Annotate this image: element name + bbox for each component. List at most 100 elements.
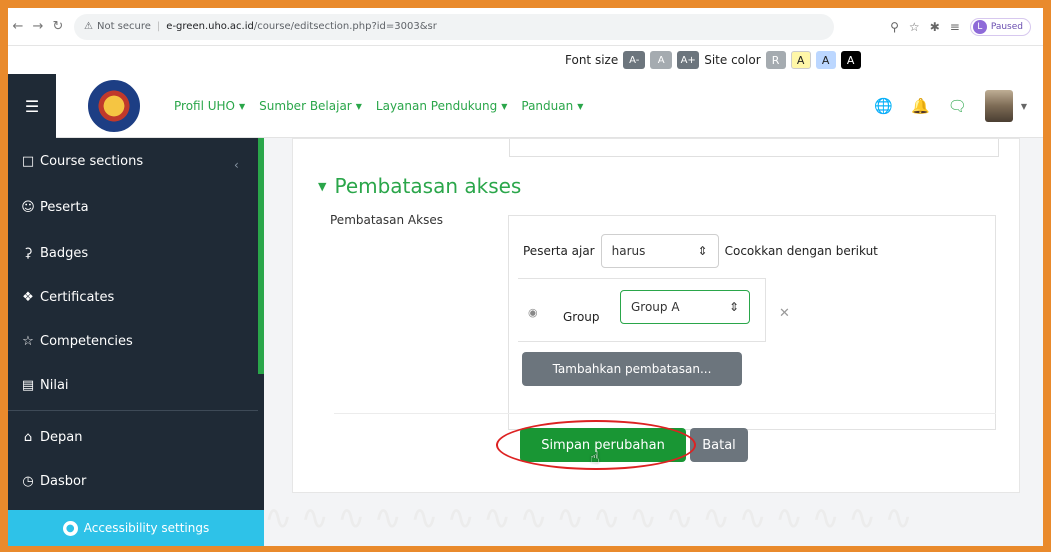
select-arrows-icon: ⇕ bbox=[728, 300, 739, 314]
collapse-chevron-icon[interactable]: ‹ bbox=[234, 158, 239, 172]
section-heading[interactable]: ▼ Pembatasan akses bbox=[318, 174, 521, 198]
badge-icon: ⚳ bbox=[23, 246, 33, 261]
caret-down-icon: ▼ bbox=[577, 101, 584, 111]
sidebar-item-label: Peserta bbox=[40, 200, 89, 215]
match-text: Cocokkan dengan berikut bbox=[724, 244, 878, 258]
arrow-left-icon[interactable]: ← bbox=[8, 19, 28, 34]
profile-avatar: L bbox=[972, 19, 987, 34]
color-yellow-button[interactable]: A bbox=[790, 51, 811, 69]
browser-actions: ⚲ ☆ ✱ ≡ L Paused bbox=[890, 17, 1043, 36]
home-icon: ⌂ bbox=[23, 430, 33, 445]
sidebar-item-nilai[interactable]: ▤ Nilai bbox=[20, 378, 69, 393]
menu-label: Layanan Pendukung bbox=[375, 99, 498, 113]
color-blue-button[interactable]: A bbox=[815, 51, 836, 69]
screen-frame: ← → ↻ ⚠ Not secure | e-green.uho.ac.id /… bbox=[8, 8, 1043, 546]
cancel-button[interactable]: Batal bbox=[690, 428, 748, 462]
warning-icon: ⚠ bbox=[84, 21, 93, 32]
form-separator bbox=[334, 413, 996, 414]
sidebar-item-label: Nilai bbox=[40, 378, 69, 393]
sidebar-item-competencies[interactable]: ☆ Competencies bbox=[20, 334, 133, 349]
collapse-caret-icon: ▼ bbox=[318, 179, 327, 193]
caret-down-icon: ▼ bbox=[501, 101, 508, 111]
sidebar-item-label: Course sections bbox=[40, 154, 144, 169]
font-reset-button[interactable]: A bbox=[650, 51, 673, 69]
address-bar[interactable]: ⚠ Not secure | e-green.uho.ac.id /course… bbox=[74, 13, 834, 40]
sidebar-item-label: Dasbor bbox=[40, 474, 87, 489]
add-restriction-button[interactable]: Tambahkan pembatasan... bbox=[522, 352, 742, 386]
sidebar-item-label: Depan bbox=[40, 430, 83, 445]
group-label: Group bbox=[563, 310, 600, 324]
user-actions: 🌐 🔔 🗨 ▼ bbox=[874, 74, 1027, 138]
course-sidebar: ‹ □ Course sections ☺ Peserta ⚳ Badges ❖ Cer… bbox=[8, 138, 264, 546]
accessibility-settings-label: Accessibility settings bbox=[83, 521, 210, 535]
university-logo[interactable] bbox=[88, 80, 140, 132]
remove-condition-icon[interactable]: ✕ bbox=[779, 306, 790, 321]
url-path: /course/editsection.php?id=3003&sr bbox=[253, 21, 437, 32]
eye-icon[interactable]: ◉ bbox=[528, 306, 538, 319]
menu-profil-uho[interactable]: Profil UHO ▼ bbox=[174, 99, 245, 113]
security-label: Not secure bbox=[96, 21, 151, 32]
group-select-value: Group A bbox=[631, 300, 680, 314]
previous-textarea[interactable] bbox=[509, 139, 999, 157]
profile-status-label: Paused bbox=[990, 21, 1023, 32]
caret-down-icon[interactable]: ▼ bbox=[1021, 102, 1027, 111]
color-black-button[interactable]: A bbox=[840, 51, 861, 69]
extensions-icon[interactable]: ✱ bbox=[930, 20, 940, 34]
main-navbar: ☰ Profil UHO ▼ Sumber Belajar ▼ Layanan Pe… bbox=[8, 74, 1043, 138]
bookmark-star-icon[interactable]: ☆ bbox=[909, 20, 920, 34]
hand-cursor-icon: ☝ bbox=[590, 448, 600, 467]
sidebar-item-course-sections[interactable]: □ Course sections bbox=[20, 154, 143, 169]
notification-bell-icon[interactable]: 🔔 bbox=[911, 97, 930, 115]
font-size-label: Font size bbox=[565, 53, 619, 67]
menu-layanan-pendukung[interactable]: Layanan Pendukung ▼ bbox=[376, 99, 507, 113]
grades-icon: ▤ bbox=[21, 378, 35, 393]
font-increase-button[interactable]: A+ bbox=[677, 51, 700, 69]
hamburger-menu-icon[interactable]: ☰ bbox=[8, 74, 56, 138]
background-pattern: ∿∿∿∿∿∿∿∿∿∿∿∿∿∿∿∿∿∿ bbox=[264, 498, 921, 538]
language-globe-icon[interactable]: 🌐 bbox=[874, 97, 893, 115]
sidebar-item-label: Badges bbox=[40, 246, 89, 261]
user-avatar[interactable] bbox=[984, 90, 1013, 122]
sidebar-item-label: Certificates bbox=[40, 290, 115, 305]
menu-panduan[interactable]: Panduan ▼ bbox=[521, 99, 583, 113]
url-separator: | bbox=[156, 21, 161, 32]
menu-sumber-belajar[interactable]: Sumber Belajar ▼ bbox=[259, 99, 362, 113]
dashboard-icon: ◷ bbox=[22, 474, 34, 489]
folder-icon: □ bbox=[21, 154, 35, 169]
sidebar-divider bbox=[8, 410, 258, 411]
font-decrease-button[interactable]: A- bbox=[623, 51, 646, 69]
peserta-label: Peserta ajar bbox=[523, 244, 595, 258]
sidebar-item-peserta[interactable]: ☺ Peserta bbox=[20, 200, 89, 215]
certificate-icon: ❖ bbox=[22, 290, 34, 305]
select-arrows-icon: ⇕ bbox=[697, 244, 708, 258]
sidebar-item-depan[interactable]: ⌂ Depan bbox=[20, 430, 83, 445]
primary-menu: Profil UHO ▼ Sumber Belajar ▼ Layanan Pend… bbox=[174, 74, 583, 138]
accessibility-icon: ● bbox=[62, 520, 78, 536]
messages-icon[interactable]: 🗨 bbox=[948, 97, 967, 115]
restriction-field-label: Pembatasan Akses bbox=[330, 213, 443, 227]
menu-label: Panduan bbox=[521, 99, 574, 113]
caret-down-icon: ▼ bbox=[355, 101, 362, 111]
menu-label: Sumber Belajar bbox=[259, 99, 352, 113]
group-select[interactable]: Group A ⇕ bbox=[620, 290, 750, 324]
sidebar-item-certificates[interactable]: ❖ Certificates bbox=[20, 290, 114, 305]
browser-toolbar: ← → ↻ ⚠ Not secure | e-green.uho.ac.id /… bbox=[8, 8, 1043, 46]
sidebar-item-badges[interactable]: ⚳ Badges bbox=[20, 246, 88, 261]
site-color-label: Site color bbox=[704, 53, 761, 67]
accessibility-settings-button[interactable]: ● Accessibility settings bbox=[8, 510, 264, 546]
restriction-header-row: Peserta ajar harus ⇕ Cocokkan dengan ber… bbox=[523, 234, 878, 268]
reload-icon[interactable]: ↻ bbox=[48, 19, 68, 34]
section-title: Pembatasan akses bbox=[334, 174, 522, 198]
color-reset-button[interactable]: R bbox=[765, 51, 786, 69]
arrow-right-icon[interactable]: → bbox=[28, 19, 48, 34]
reading-list-icon[interactable]: ≡ bbox=[950, 20, 960, 34]
zoom-icon[interactable]: ⚲ bbox=[890, 20, 899, 34]
must-select[interactable]: harus ⇕ bbox=[600, 234, 719, 268]
star-icon: ☆ bbox=[22, 334, 34, 349]
menu-label: Profil UHO bbox=[174, 99, 235, 113]
sidebar-item-dasbor[interactable]: ◷ Dasbor bbox=[20, 474, 86, 489]
profile-status[interactable]: L Paused bbox=[969, 17, 1031, 36]
url-host: e-green.uho.ac.id bbox=[166, 21, 254, 32]
users-icon: ☺ bbox=[21, 200, 35, 215]
sidebar-item-label: Competencies bbox=[40, 334, 133, 349]
